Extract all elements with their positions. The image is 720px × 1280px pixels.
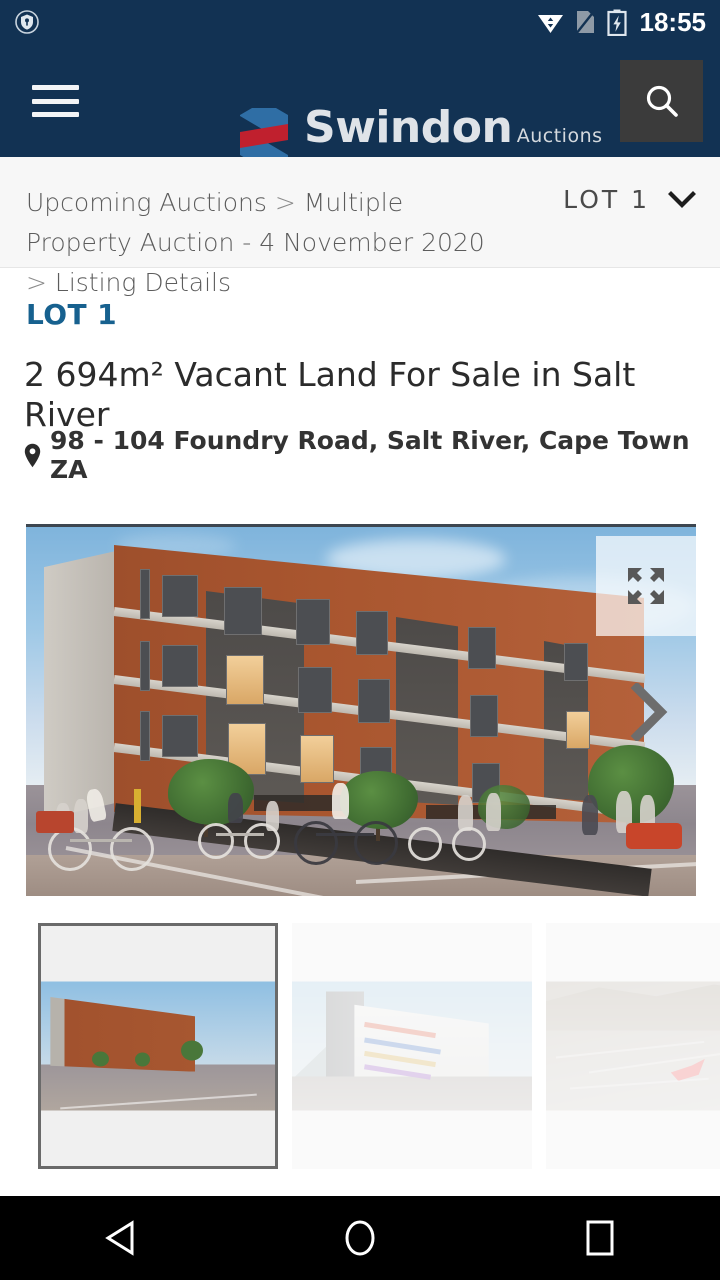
thumbnail-brick-apartment-render[interactable] xyxy=(38,923,278,1169)
render-building-side-wall xyxy=(44,551,116,819)
thumb-ground xyxy=(292,1076,532,1111)
hamburger-line xyxy=(32,85,79,90)
thumbnail-aerial-site-map[interactable] xyxy=(546,923,720,1169)
render-window xyxy=(224,587,262,635)
breadcrumb-separator: > xyxy=(26,268,47,297)
gallery-thumbnail-strip[interactable] xyxy=(38,923,720,1169)
breadcrumb-bar: Upcoming Auctions > Multiple Property Au… xyxy=(0,157,720,297)
render-bicycle-wheel xyxy=(48,827,92,871)
render-street-bench xyxy=(36,811,74,833)
logo-text-block: Swindon Auctions xyxy=(304,102,603,152)
nav-recents-button[interactable] xyxy=(540,1196,660,1280)
expand-fullscreen-icon xyxy=(625,565,667,607)
render-cyclist xyxy=(332,783,349,819)
chevron-down-icon xyxy=(668,190,696,209)
render-window xyxy=(356,611,388,655)
render-window-lit xyxy=(226,655,264,705)
status-bar: 18:55 xyxy=(0,0,720,44)
status-bar-right: 18:55 xyxy=(537,7,707,37)
status-bar-left xyxy=(14,9,40,35)
render-window xyxy=(140,569,150,619)
render-street-sign-post xyxy=(134,789,141,823)
recents-square-icon xyxy=(584,1219,616,1257)
render-window xyxy=(298,667,332,713)
app-header: Swindon Auctions xyxy=(0,44,720,176)
render-window xyxy=(358,679,390,723)
render-window xyxy=(470,695,498,737)
render-window xyxy=(468,627,496,669)
render-bicycle-wheel xyxy=(198,823,234,859)
listing-address-text: 98 - 104 Foundry Road, Salt River, Cape … xyxy=(50,426,690,484)
breadcrumb-item-upcoming-auctions[interactable]: Upcoming Auctions xyxy=(26,188,267,217)
render-window xyxy=(296,599,330,645)
nav-back-button[interactable] xyxy=(60,1196,180,1280)
render-bicycle-wheel xyxy=(244,823,280,859)
battery-charging-icon xyxy=(606,9,627,36)
render-bicycle-wheel xyxy=(452,827,486,861)
logo-title: Swindon xyxy=(304,102,513,153)
render-window-lit xyxy=(566,711,590,749)
gallery-main-image[interactable] xyxy=(26,524,696,896)
page-title: 2 694m² Vacant Land For Sale in Salt Riv… xyxy=(24,355,636,434)
map-pin-icon xyxy=(24,443,41,468)
lot-selector-label: LOT 1 xyxy=(563,185,650,214)
render-bicycle-wheel xyxy=(110,827,154,871)
render-bicycle-wheel xyxy=(408,827,442,861)
thumb-tree xyxy=(92,1051,110,1067)
logo-subtitle: Auctions xyxy=(516,125,603,147)
render-bicycle-wheel xyxy=(354,821,398,865)
render-window xyxy=(140,711,150,761)
sim-card-icon xyxy=(574,9,596,35)
render-bicycle-frame xyxy=(216,833,264,836)
home-circle-icon xyxy=(343,1218,377,1258)
lot-selector-dropdown[interactable]: LOT 1 xyxy=(563,185,696,214)
search-button[interactable] xyxy=(620,60,703,142)
thumbnail-image xyxy=(41,981,275,1111)
thumbnail-image xyxy=(292,981,532,1111)
chevron-right-icon xyxy=(627,682,671,741)
back-triangle-icon xyxy=(103,1220,137,1256)
render-bicycle-wheel xyxy=(294,821,338,865)
thumb-ground xyxy=(41,1064,275,1111)
nav-home-button[interactable] xyxy=(300,1196,420,1280)
wifi-icon xyxy=(537,10,564,34)
gallery-next-button[interactable] xyxy=(622,679,676,745)
listing-address: 98 - 104 Foundry Road, Salt River, Cape … xyxy=(24,426,704,484)
render-window-lit xyxy=(300,735,334,783)
render-window xyxy=(564,643,588,681)
breadcrumb-item-listing-details[interactable]: Listing Details xyxy=(55,268,231,297)
render-person xyxy=(486,793,501,831)
hamburger-line xyxy=(32,112,79,117)
lot-badge: LOT 1 xyxy=(26,298,117,331)
render-person xyxy=(458,795,473,831)
status-bar-clock: 18:55 xyxy=(639,7,707,37)
thumbnail-white-apartment-render[interactable] xyxy=(292,923,532,1169)
render-person xyxy=(582,795,598,835)
thumbnail-image xyxy=(546,981,720,1111)
expand-fullscreen-button[interactable] xyxy=(596,536,696,636)
render-window xyxy=(162,645,198,687)
thumb-tree xyxy=(134,1052,150,1067)
app-root: 18:55 Swindon Auctions Upcoming Auctions… xyxy=(0,0,720,1280)
hamburger-line xyxy=(32,98,79,104)
hamburger-menu-icon[interactable] xyxy=(32,82,79,120)
breadcrumb: Upcoming Auctions > Multiple Property Au… xyxy=(26,183,506,303)
render-street-planter xyxy=(626,823,682,849)
render-bicycle-frame xyxy=(316,833,374,836)
vpn-shield-icon xyxy=(14,9,40,35)
render-cyclist xyxy=(228,793,243,823)
render-window xyxy=(140,641,150,691)
android-navigation-bar xyxy=(0,1196,720,1280)
search-icon xyxy=(643,82,681,120)
render-window xyxy=(162,715,198,757)
breadcrumb-separator: > xyxy=(274,188,296,217)
render-bicycle-frame xyxy=(70,839,132,842)
render-window xyxy=(162,575,198,617)
